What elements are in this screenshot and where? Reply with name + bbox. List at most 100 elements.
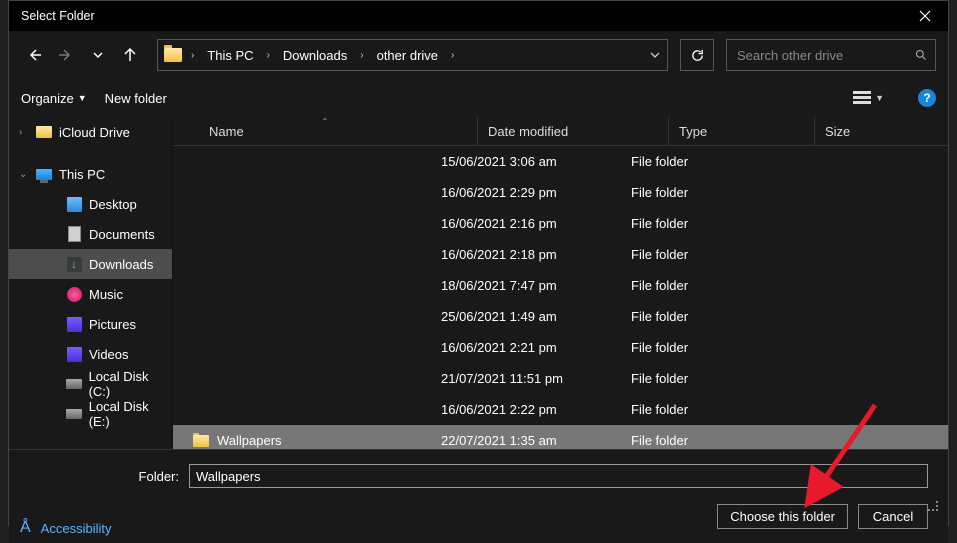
tree-item-pictures[interactable]: ›Pictures (9, 309, 172, 339)
refresh-icon (690, 48, 705, 63)
tree-item-label: This PC (59, 167, 105, 182)
tree-item-label: Videos (89, 347, 129, 362)
row-date: 16/06/2021 2:16 pm (431, 216, 621, 231)
tree-item-label: Desktop (89, 197, 137, 212)
row-type: File folder (621, 185, 766, 200)
tree-item-local-disk-c-[interactable]: ›Local Disk (C:) (9, 369, 172, 399)
bottom-panel: Folder: Choose this folder Cancel (9, 449, 948, 543)
recent-button[interactable] (85, 42, 111, 68)
search-input[interactable] (735, 47, 915, 64)
folder-field-label: Folder: (69, 469, 179, 484)
search-icon (915, 48, 927, 62)
tree-item-downloads[interactable]: ›Downloads (9, 249, 172, 279)
navigation-tree[interactable]: ›iCloud Drive⌄This PC›Desktop›Documents›… (9, 117, 173, 449)
tree-item-label: Local Disk (E:) (89, 399, 172, 429)
cancel-button[interactable]: Cancel (858, 504, 928, 529)
row-date: 15/06/2021 3:06 am (431, 154, 621, 169)
tree-item-desktop[interactable]: ›Desktop (9, 189, 172, 219)
select-folder-dialog: Select Folder › This PC › Downloads › ot… (8, 0, 949, 526)
column-name[interactable]: Name⌃ (173, 117, 478, 145)
desktop-icon (65, 195, 83, 213)
row-type: File folder (621, 402, 766, 417)
close-icon (919, 10, 931, 22)
table-row[interactable]: 15/06/2021 3:06 amFile folder (173, 146, 948, 177)
address-bar[interactable]: › This PC › Downloads › other drive › (157, 39, 668, 71)
chevron-down-icon[interactable] (649, 49, 661, 61)
help-button[interactable]: ? (918, 89, 936, 107)
down-icon (65, 255, 83, 273)
chevron-right-icon: › (19, 127, 29, 138)
table-row[interactable]: 16/06/2021 2:18 pmFile folder (173, 239, 948, 270)
view-options-button[interactable]: ▼ (847, 87, 890, 109)
row-type: File folder (621, 247, 766, 262)
row-type: File folder (621, 371, 766, 386)
tree-item-documents[interactable]: ›Documents (9, 219, 172, 249)
column-type[interactable]: Type (669, 117, 815, 145)
tree-item-this-pc[interactable]: ⌄ This PC (9, 159, 172, 189)
tree-item-music[interactable]: ›Music (9, 279, 172, 309)
row-date: 16/06/2021 2:22 pm (431, 402, 621, 417)
tree-item-label: Music (89, 287, 123, 302)
chevron-down-icon: ⌄ (19, 169, 29, 180)
chevron-right-icon: › (446, 50, 459, 61)
arrow-up-icon (122, 47, 138, 63)
chevron-right-icon: › (262, 50, 275, 61)
row-date: 16/06/2021 2:18 pm (431, 247, 621, 262)
navigation-toolbar: › This PC › Downloads › other drive › (9, 31, 948, 79)
table-row[interactable]: 16/06/2021 2:16 pmFile folder (173, 208, 948, 239)
new-folder-button[interactable]: New folder (105, 91, 167, 106)
up-button[interactable] (117, 42, 143, 68)
column-headers: Name⌃ Date modified Type Size (173, 117, 948, 146)
organize-button[interactable]: Organize ▼ (21, 91, 87, 106)
tree-item-label: Documents (89, 227, 155, 242)
table-row[interactable]: 18/06/2021 7:47 pmFile folder (173, 270, 948, 301)
row-type: File folder (621, 433, 766, 448)
refresh-button[interactable] (680, 39, 714, 71)
back-button[interactable] (21, 42, 47, 68)
row-type: File folder (621, 309, 766, 324)
table-row[interactable]: Wallpapers 22/07/2021 1:35 amFile folder (173, 425, 948, 449)
file-list: Name⌃ Date modified Type Size 15/06/2021… (173, 117, 948, 449)
dropdown-arrow-icon: ▼ (875, 93, 884, 103)
row-date: 16/06/2021 2:21 pm (431, 340, 621, 355)
resize-grip[interactable] (928, 501, 938, 511)
row-date: 21/07/2021 11:51 pm (431, 371, 621, 386)
tree-item-icloud-drive[interactable]: › iCloud Drive (9, 117, 172, 147)
pc-icon (35, 165, 53, 183)
tree-item-local-disk-e-[interactable]: ›Local Disk (E:) (9, 399, 172, 429)
tree-item-label: Downloads (89, 257, 153, 272)
row-type: File folder (621, 216, 766, 231)
breadcrumb-seg-2[interactable]: other drive (373, 48, 442, 63)
row-date: 25/06/2021 1:49 am (431, 309, 621, 324)
column-date[interactable]: Date modified (478, 117, 669, 145)
table-row[interactable]: 16/06/2021 2:29 pmFile folder (173, 177, 948, 208)
column-size[interactable]: Size (815, 117, 948, 145)
row-date: 22/07/2021 1:35 am (431, 433, 621, 448)
breadcrumb-seg-1[interactable]: Downloads (279, 48, 351, 63)
row-type: File folder (621, 154, 766, 169)
breadcrumb-seg-0[interactable]: This PC (203, 48, 257, 63)
search-box[interactable] (726, 39, 936, 71)
row-type: File folder (621, 340, 766, 355)
tree-item-label: iCloud Drive (59, 125, 130, 140)
dialog-title: Select Folder (21, 9, 902, 23)
vids-icon (65, 345, 83, 363)
table-row[interactable]: 21/07/2021 11:51 pmFile folder (173, 363, 948, 394)
row-name: Wallpapers (217, 433, 282, 448)
chevron-right-icon: › (355, 50, 368, 61)
list-view-icon (853, 91, 871, 105)
disk-icon (65, 405, 83, 423)
arrow-left-icon (26, 47, 42, 63)
arrow-right-icon (58, 47, 74, 63)
table-row[interactable]: 16/06/2021 2:21 pmFile folder (173, 332, 948, 363)
folder-name-input[interactable] (189, 464, 928, 488)
table-row[interactable]: 25/06/2021 1:49 amFile folder (173, 301, 948, 332)
chevron-down-icon (92, 49, 104, 61)
close-button[interactable] (902, 1, 948, 31)
forward-button[interactable] (53, 42, 79, 68)
docs-icon (65, 225, 83, 243)
table-row[interactable]: 16/06/2021 2:22 pmFile folder (173, 394, 948, 425)
row-date: 18/06/2021 7:47 pm (431, 278, 621, 293)
tree-item-videos[interactable]: ›Videos (9, 339, 172, 369)
choose-folder-button[interactable]: Choose this folder (717, 504, 848, 529)
